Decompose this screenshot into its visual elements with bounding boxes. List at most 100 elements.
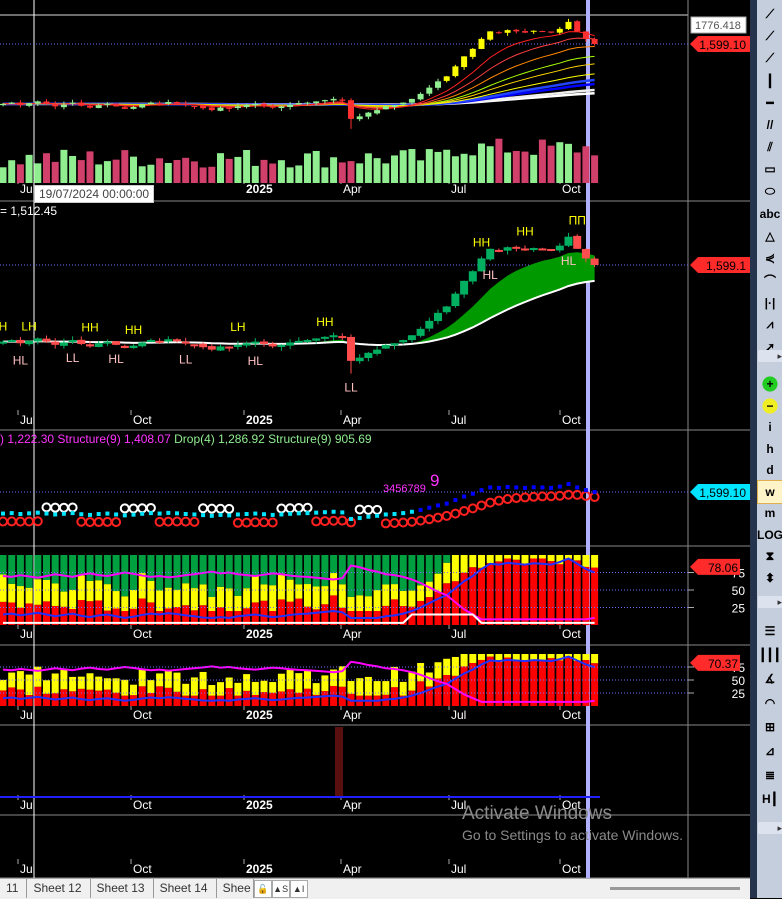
volume-bar — [451, 156, 459, 183]
line-segment-icon[interactable]: ⟋ — [758, 3, 782, 25]
toolbar-expand-button[interactable]: ▸ — [758, 350, 782, 362]
weekly-icon[interactable]: w — [757, 479, 782, 504]
tab-sheet-15[interactable]: Shee — [217, 879, 254, 898]
price-candle — [34, 101, 41, 104]
time-axis-label: Apr — [343, 862, 362, 876]
structure-dot — [137, 503, 148, 514]
swing-candle — [138, 342, 147, 347]
structure-marker — [35, 510, 40, 515]
swing-candle — [347, 336, 355, 361]
high-price-label: 1776.418 — [695, 20, 741, 32]
price-candle — [287, 104, 294, 107]
tab-sheet-12[interactable]: Sheet 12 — [27, 879, 91, 898]
structure-dot — [398, 517, 409, 528]
sync-s-button[interactable]: ▲S — [271, 880, 290, 898]
structure-dot — [363, 504, 374, 515]
tab-sheet-14[interactable]: Sheet 14 — [154, 879, 217, 898]
daily-icon[interactable]: d — [758, 459, 782, 481]
oscillator-bar-yellow — [591, 555, 599, 568]
oscillator-bar-yellow — [382, 681, 390, 695]
ellipse-icon[interactable]: ⬭ — [758, 181, 782, 203]
pitchfork-icon[interactable]: ⫽ — [758, 136, 782, 158]
gann-square-icon[interactable]: ⊿ — [758, 740, 782, 762]
oscillator-bar-green — [330, 555, 338, 574]
parallel-lines-icon[interactable]: // — [758, 114, 782, 136]
rectangle-icon[interactable]: ▭ — [758, 158, 782, 180]
oscillator-bar-red — [582, 566, 590, 625]
structure-marker — [322, 510, 327, 515]
tab-sheet-13[interactable]: Sheet 13 — [91, 879, 154, 898]
structure-dot — [302, 502, 313, 513]
price-candle — [113, 103, 120, 107]
structure-dot — [372, 504, 383, 515]
oscillator-bar-yellow — [478, 654, 485, 660]
fib-timezones-icon[interactable]: ┃┃┃ — [758, 644, 782, 666]
fib-extension-icon[interactable]: ≣ — [758, 764, 782, 786]
lock-icon[interactable]: 🔓 — [253, 880, 272, 898]
oscillator-bar-red — [443, 583, 451, 625]
oscillator-bar-red — [77, 600, 85, 625]
oscillator-bar-red — [556, 564, 564, 625]
sync-i-button[interactable]: ▲I — [289, 880, 308, 898]
cycles-lines-icon[interactable]: H┃ — [758, 788, 782, 810]
volume-bar — [16, 164, 24, 183]
chart-area[interactable]: Jul 2025 Apr Jul Oct Jul Oct 2025 Apr Jul Oct Jul Oc… — [0, 0, 750, 878]
oscillator-bar-red — [251, 694, 259, 706]
structure-marker — [366, 514, 371, 519]
horizontal-scrollbar[interactable] — [610, 887, 740, 890]
vertical-line-icon[interactable]: ┃ — [758, 70, 782, 92]
swing-candle — [216, 346, 225, 351]
tab-sheet-11[interactable]: 11 — [0, 879, 28, 898]
scale-icon[interactable]: ⬍ — [758, 567, 782, 589]
swing-candle — [16, 339, 25, 344]
fib-retracement-icon[interactable]: ☰ — [758, 620, 782, 642]
oscillator-bar-yellow — [121, 596, 129, 611]
structure-dot — [311, 516, 322, 527]
price-candle — [435, 81, 441, 88]
oscillator-bar-green — [0, 555, 7, 575]
fib-arcs-icon[interactable]: ◠ — [758, 692, 782, 714]
price-candle — [461, 56, 468, 68]
toolbar-expand-button[interactable]: ▸ — [758, 822, 782, 834]
ray-icon[interactable]: ⟋ — [758, 25, 782, 47]
structure-dot — [85, 517, 95, 528]
triangle-icon[interactable]: △ — [758, 225, 782, 247]
intraday-icon[interactable]: i — [758, 416, 782, 438]
swing-candle — [390, 343, 399, 346]
structure-marker — [418, 507, 423, 512]
zigzag-icon[interactable]: ⩘ — [758, 314, 782, 336]
structure-dot — [485, 497, 496, 508]
gann-fan-icon[interactable]: ⋞ — [758, 247, 782, 269]
fit-icon[interactable]: ⧗ — [758, 545, 782, 567]
arc-icon[interactable]: ⌒ — [758, 269, 782, 291]
price-candle — [17, 102, 24, 106]
oscillator-bar-yellow — [86, 580, 94, 602]
fib-fan-icon[interactable]: ∡ — [758, 668, 782, 690]
text-icon[interactable]: abc — [758, 203, 782, 225]
horizontal-line-icon[interactable]: ━ — [758, 92, 782, 114]
oscillator-bar-red — [225, 688, 233, 706]
monthly-icon[interactable]: m — [758, 502, 782, 524]
hourly-icon[interactable]: h — [758, 438, 782, 460]
structure-marker — [88, 512, 92, 517]
grid-icon[interactable]: ⊞ — [758, 716, 782, 738]
extended-line-icon[interactable]: ⟋ — [758, 47, 782, 69]
oscillator-bar-yellow — [34, 579, 42, 605]
zoom-out-icon[interactable]: − — [758, 394, 782, 417]
volume-bar — [591, 155, 599, 183]
level-label: 25 — [732, 687, 746, 701]
volume-bar — [260, 159, 268, 183]
oscillator-bar-red — [182, 695, 190, 706]
oscillator-bar-yellow — [77, 676, 85, 689]
cycles-icon[interactable]: |·| — [758, 292, 782, 314]
count-sequence: 3456789 — [383, 483, 426, 495]
structure-marker — [70, 511, 75, 516]
level-label: 50 — [732, 584, 746, 598]
log-scale-icon[interactable]: LOG — [757, 524, 782, 546]
oscillator-bar-yellow — [530, 555, 538, 559]
toolbar-expand-button[interactable]: ▸ — [758, 596, 782, 608]
zoom-in-icon[interactable]: + — [758, 373, 782, 395]
structure-dot — [493, 495, 504, 506]
time-axis-label: 2025 — [246, 798, 273, 812]
oscillator-bar-red — [138, 598, 146, 625]
